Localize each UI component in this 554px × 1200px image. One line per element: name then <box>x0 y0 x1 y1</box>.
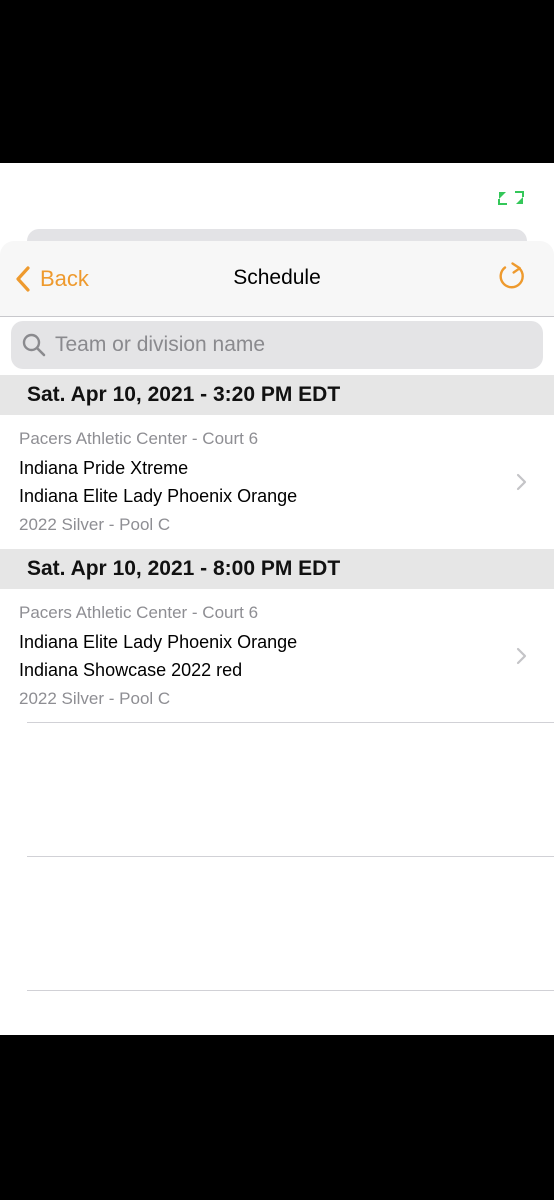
game-row[interactable]: Pacers Athletic Center - Court 6 Indiana… <box>0 589 554 723</box>
game-venue: Pacers Athletic Center - Court 6 <box>19 603 259 622</box>
game-team-2: Indiana Showcase 2022 red <box>19 660 243 680</box>
app-screen: Back Schedule Sat. Apr 10, 2021 - 3:20 P… <box>0 163 554 1035</box>
game-row[interactable]: Pacers Athletic Center - Court 6 Indiana… <box>0 415 554 549</box>
game-team-1: Indiana Pride Xtreme <box>19 458 189 478</box>
chevron-right-icon <box>516 647 527 665</box>
expand-icon[interactable] <box>498 191 524 205</box>
search-field[interactable] <box>11 321 543 369</box>
refresh-icon[interactable] <box>496 261 528 293</box>
page-title: Schedule <box>233 266 321 289</box>
schedule-sheet: Back Schedule Sat. Apr 10, 2021 - 3:20 P… <box>0 241 554 1035</box>
bottom-letterbox <box>0 1035 554 1200</box>
chevron-right-icon <box>516 473 527 491</box>
navigation-bar: Back Schedule <box>0 241 554 317</box>
section-header-date: Sat. Apr 10, 2021 - 8:00 PM EDT <box>27 557 341 580</box>
search-bar <box>0 317 554 375</box>
game-division: 2022 Silver - Pool C <box>19 515 171 534</box>
game-team-2: Indiana Elite Lady Phoenix Orange <box>19 486 298 506</box>
game-division: 2022 Silver - Pool C <box>19 689 171 708</box>
section-header-date: Sat. Apr 10, 2021 - 3:20 PM EDT <box>27 383 341 406</box>
search-input[interactable] <box>55 333 525 357</box>
top-letterbox <box>0 0 554 163</box>
section-header: Sat. Apr 10, 2021 - 8:00 PM EDT <box>0 549 554 589</box>
section-header: Sat. Apr 10, 2021 - 3:20 PM EDT <box>0 375 554 415</box>
game-team-1: Indiana Elite Lady Phoenix Orange <box>19 632 298 652</box>
search-icon <box>22 333 46 357</box>
row-separator <box>27 856 554 857</box>
row-separator <box>27 990 554 991</box>
row-separator <box>27 722 554 723</box>
status-area <box>0 163 554 229</box>
game-venue: Pacers Athletic Center - Court 6 <box>19 429 259 448</box>
